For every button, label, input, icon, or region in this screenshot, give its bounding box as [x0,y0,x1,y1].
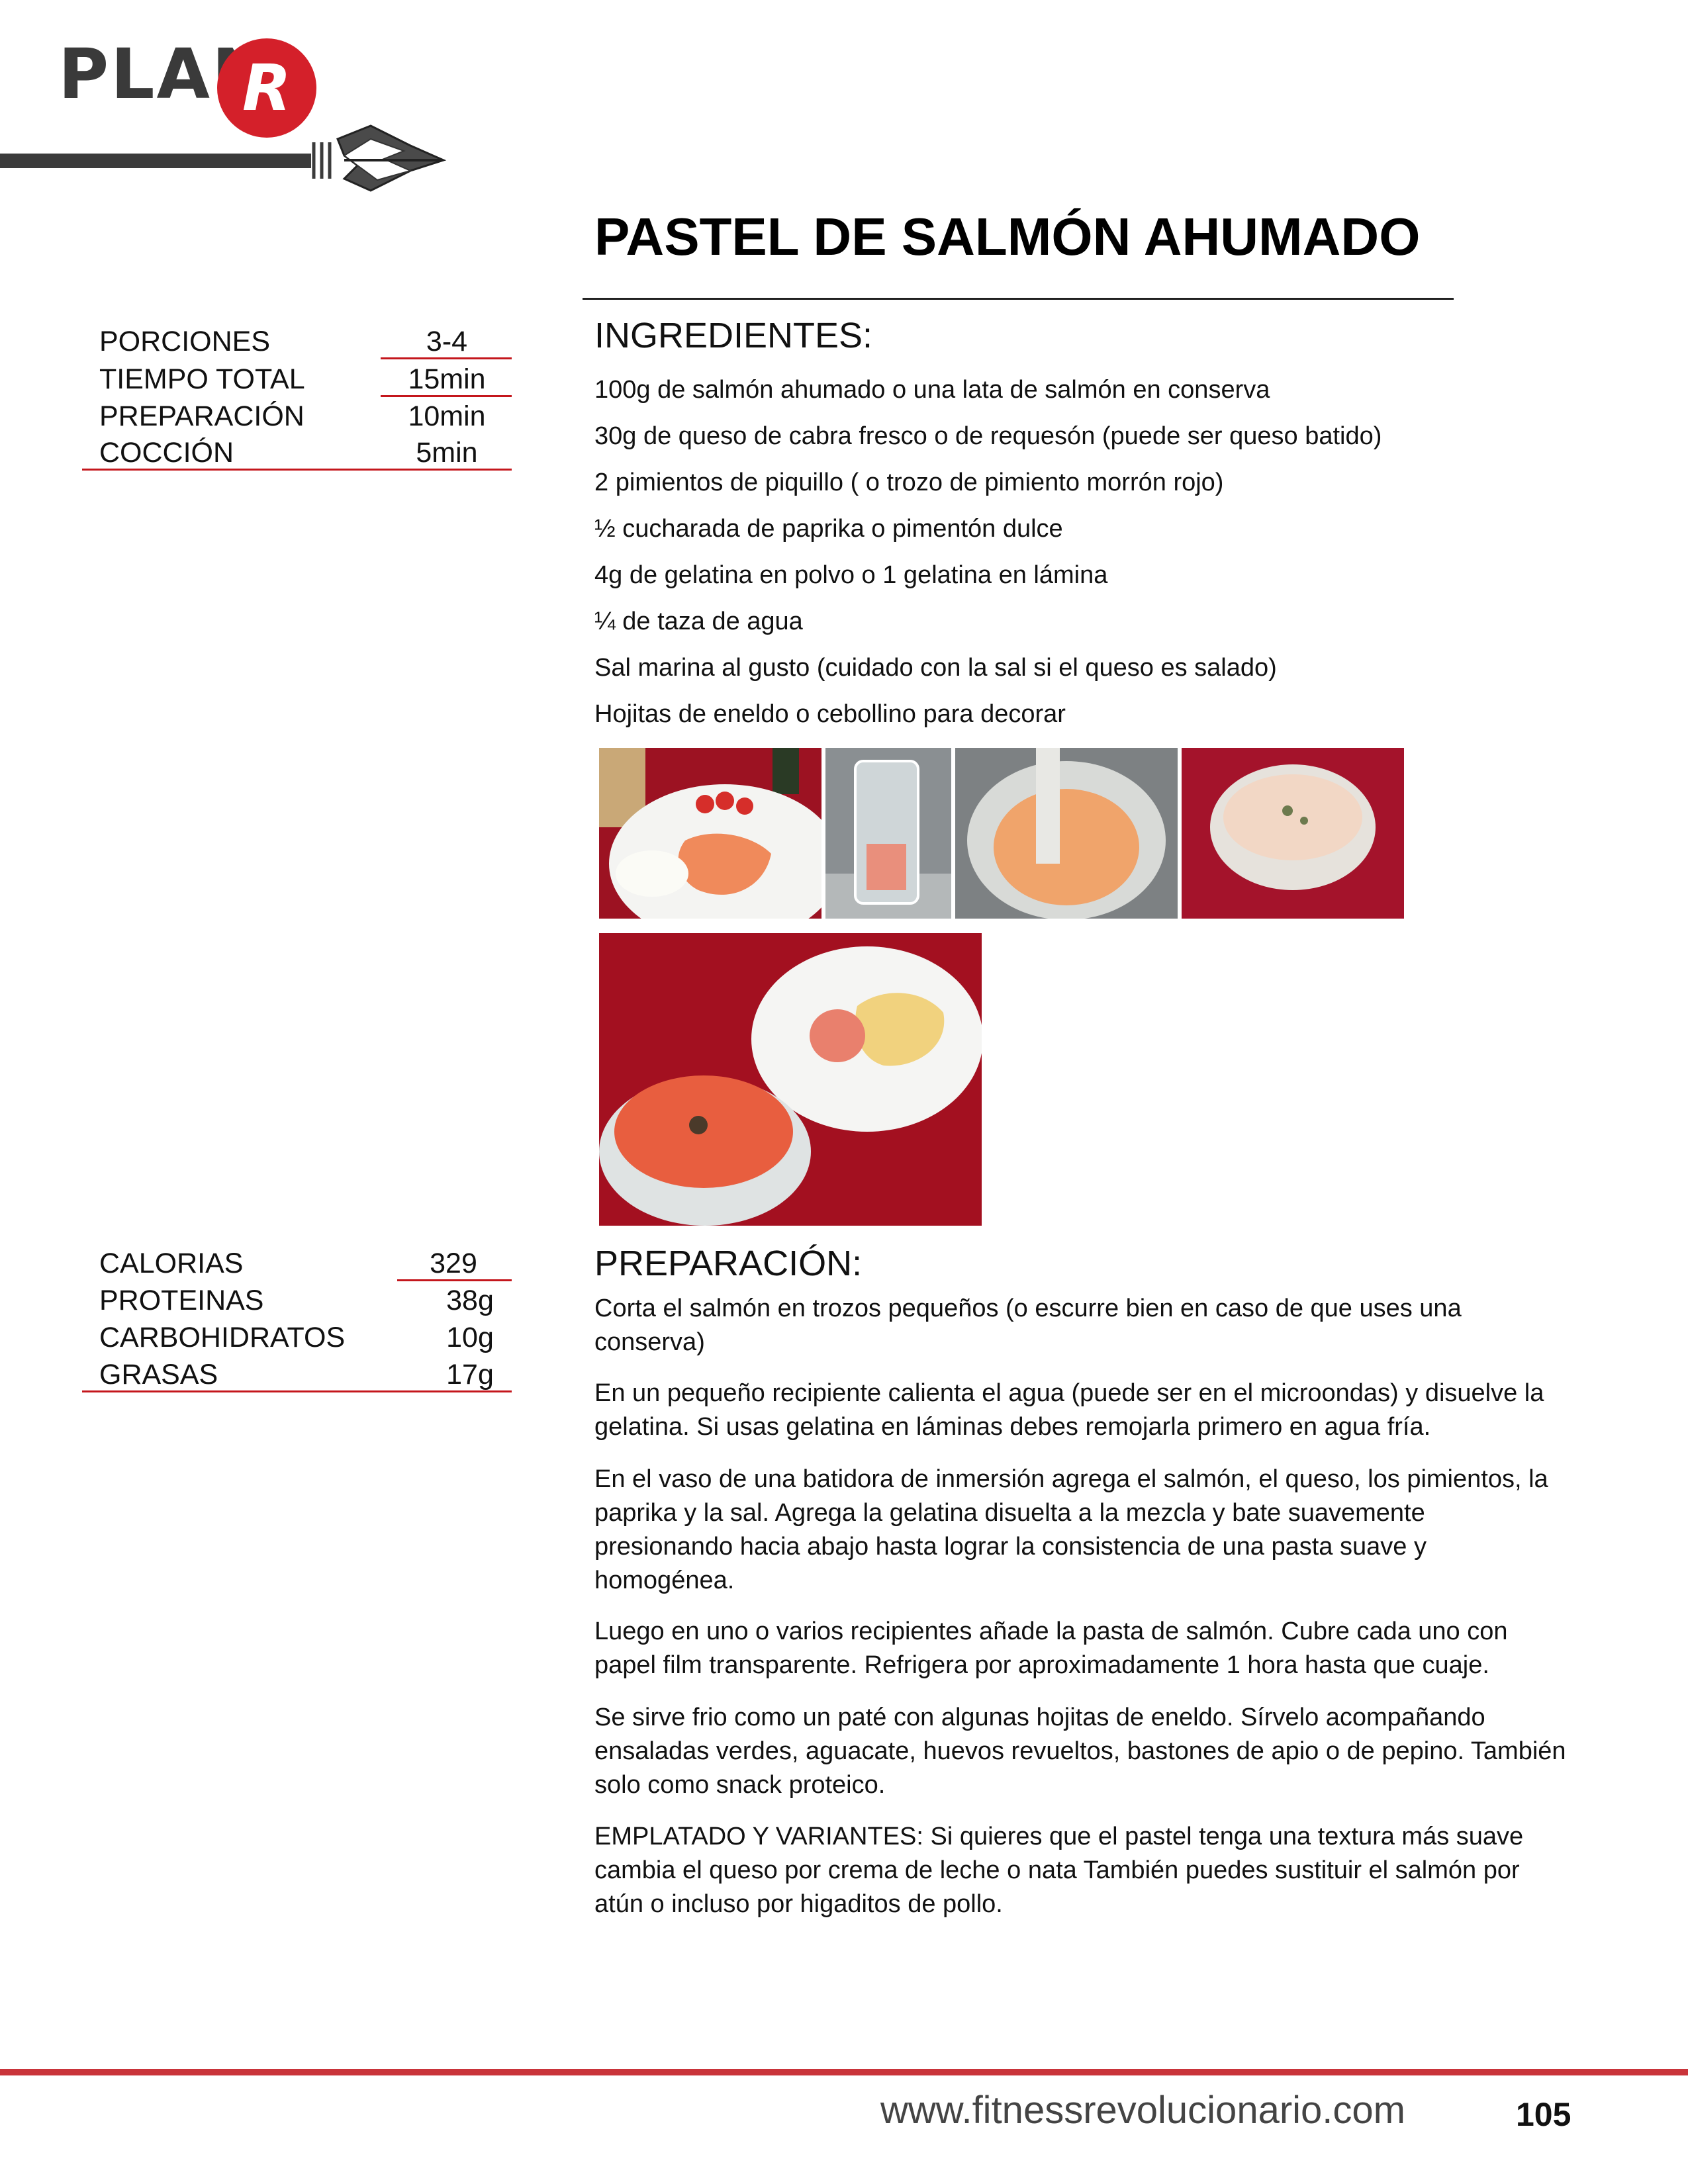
preparation-step: EMPLATADO Y VARIANTES: Si quieres que el… [594,1823,1524,1918]
preparation-step: Se sirve frio como un paté con algunas h… [594,1704,1566,1799]
info-value: 5min [416,437,478,469]
logo-letter: R [242,51,291,125]
nutrition-underline [397,1279,512,1281]
nutrition-label: CARBOHIDRATOS [99,1322,346,1353]
ingredients-heading: INGREDIENTES: [594,316,873,355]
info-value: 15min [408,363,486,395]
info-underline [381,357,512,359]
logo-arrow-shaft [0,154,311,168]
preparation-step: En un pequeño recipiente calienta el agu… [594,1379,1544,1441]
ingredient-item: Sal marina al gusto (cuidado con la sal … [594,654,1277,682]
ingredient-item: ½ cucharada de paprika o pimentón dulce [594,515,1063,543]
preparation-step: Corta el salmón en trozos pequeños (o es… [594,1295,1462,1356]
ingredient-item: Hojitas de eneldo o cebollino para decor… [594,700,1066,728]
ingredient-item: 100g de salmón ahumado o una lata de sal… [594,376,1270,404]
nutrition-value: 10g [446,1322,494,1353]
nutrition-value: 38g [446,1285,494,1316]
nutrition-value: 329 [430,1248,477,1279]
nutrition-label: CALORIAS [99,1248,244,1279]
info-label: PREPARACIÓN [99,400,305,432]
ingredient-item: 2 pimientos de piquillo ( o trozo de pim… [594,469,1224,496]
ingredient-item: ¼ de taza de agua [594,608,803,635]
title-divider [583,298,1454,300]
photo-served-dish [599,933,982,1226]
footer-url: www.fitnessrevolucionario.com [880,2089,1405,2132]
nutrition-label: PROTEINAS [99,1285,264,1316]
page-number: 105 [1516,2096,1571,2133]
nutrition-table-rule [82,1390,512,1392]
photo-bowl-mixture [1182,748,1404,919]
recipe-title: PASTEL DE SALMÓN AHUMADO [594,207,1421,266]
nutrition-label: GRASAS [99,1359,218,1390]
footer-rule [0,2069,1688,2075]
info-value: 10min [408,400,486,432]
ingredient-item: 4g de gelatina en polvo o 1 gelatina en … [594,561,1108,589]
preparation-step: En el vaso de una batidora de inmersión … [594,1465,1548,1594]
arrowhead-icon [312,124,447,192]
nutrition-value: 17g [446,1359,494,1390]
photo-mixing [955,748,1178,919]
preparation-step: Luego en uno o varios recipientes añade … [594,1617,1508,1679]
info-label: TIEMPO TOTAL [99,363,305,395]
info-label: PORCIONES [99,326,271,357]
photo-blender-cup [825,748,951,919]
info-table-rule [82,469,512,471]
preparation-heading: PREPARACIÓN: [594,1244,863,1283]
info-underline [381,395,512,397]
info-label: COCCIÓN [99,437,234,469]
photo-ingredients [599,748,821,919]
info-value: 3-4 [426,326,468,357]
ingredient-item: 30g de queso de cabra fresco o de reques… [594,422,1382,450]
